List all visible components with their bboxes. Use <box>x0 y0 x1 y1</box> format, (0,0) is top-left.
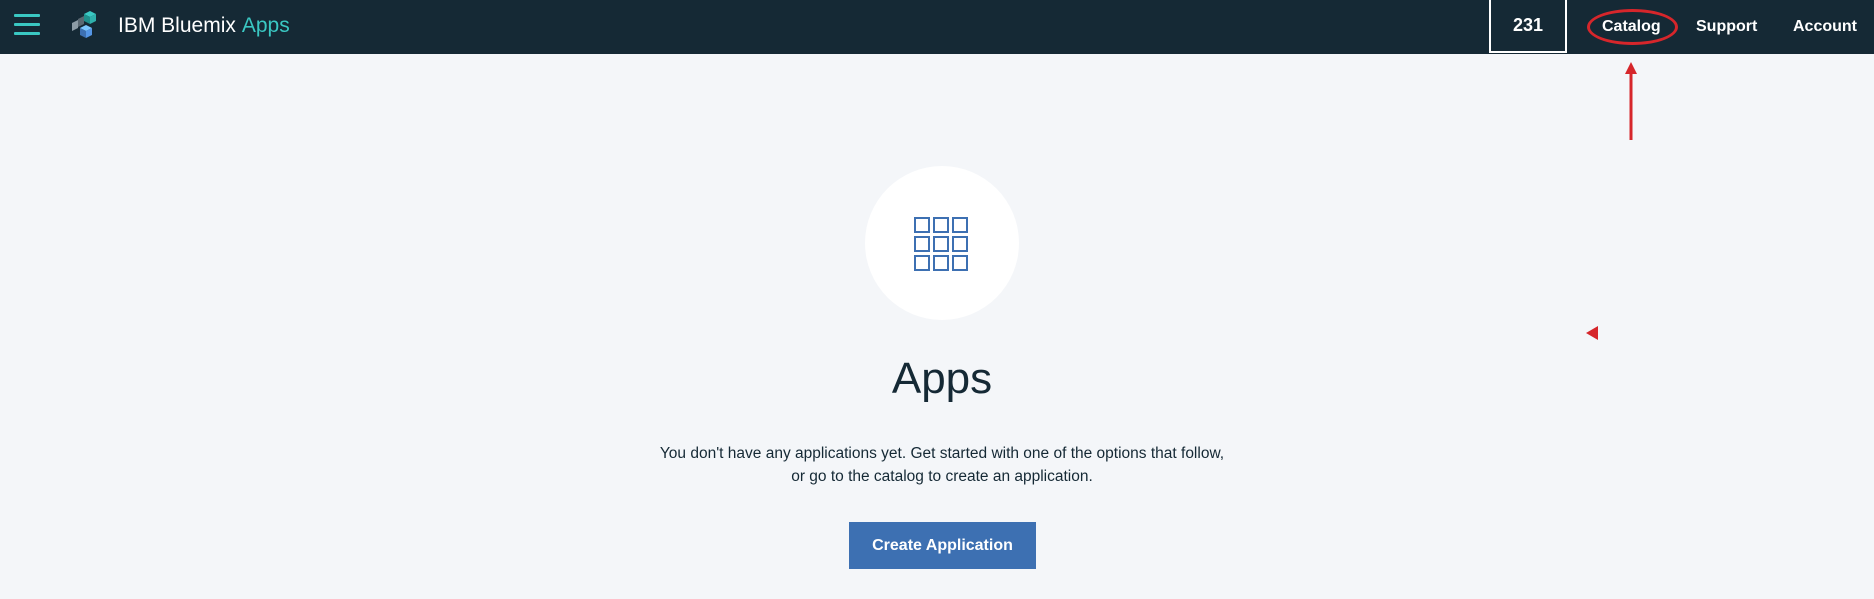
description-line-1: You don't have any applications yet. Get… <box>659 445 1225 462</box>
page-title: Apps <box>891 354 993 403</box>
nav-account-link[interactable]: Account <box>1793 0 1857 54</box>
bluemix-logo-icon <box>72 11 96 38</box>
hamburger-menu-icon[interactable] <box>14 14 40 36</box>
empty-state-description: You don't have any applications yet. Get… <box>0 442 1874 488</box>
description-line-2: or go to the catalog to create an applic… <box>791 468 1093 485</box>
brand-section: Apps <box>241 14 290 37</box>
annotation-arrow-icon <box>1625 62 1637 140</box>
notification-counter[interactable]: 231 <box>1489 0 1567 53</box>
top-navigation-bar: IBM Bluemix Apps 231 Catalog Support Acco… <box>0 0 1874 54</box>
app-brand[interactable]: IBM Bluemix Apps <box>118 13 290 39</box>
annotation-pointer-icon <box>1586 326 1598 340</box>
grid-icon <box>914 217 968 271</box>
nav-catalog-link[interactable]: Catalog <box>1602 0 1661 54</box>
create-application-button[interactable]: Create Application <box>849 522 1036 569</box>
apps-icon-badge <box>865 166 1019 320</box>
brand-name: IBM Bluemix <box>118 14 236 37</box>
nav-support-link[interactable]: Support <box>1696 0 1757 54</box>
